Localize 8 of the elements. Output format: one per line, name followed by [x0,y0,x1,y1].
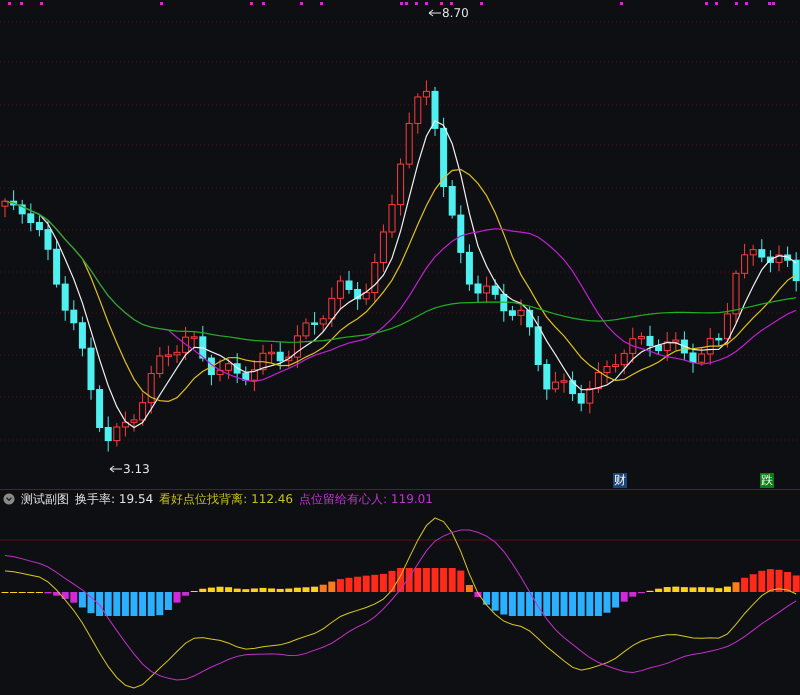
indicator-value: 看好点位找背离: 112.46 [159,491,294,508]
price-label: 8.70 [442,5,469,22]
indicator-title: 测试副图 [21,491,69,508]
indicator-value: 换手率: 19.54 [75,491,154,508]
signal-marker: 财 [613,473,627,488]
signal-marker: 跌 [760,473,774,488]
price-label: 3.13 [123,461,150,478]
indicator-value: 点位留给有心人: 119.01 [299,491,433,508]
